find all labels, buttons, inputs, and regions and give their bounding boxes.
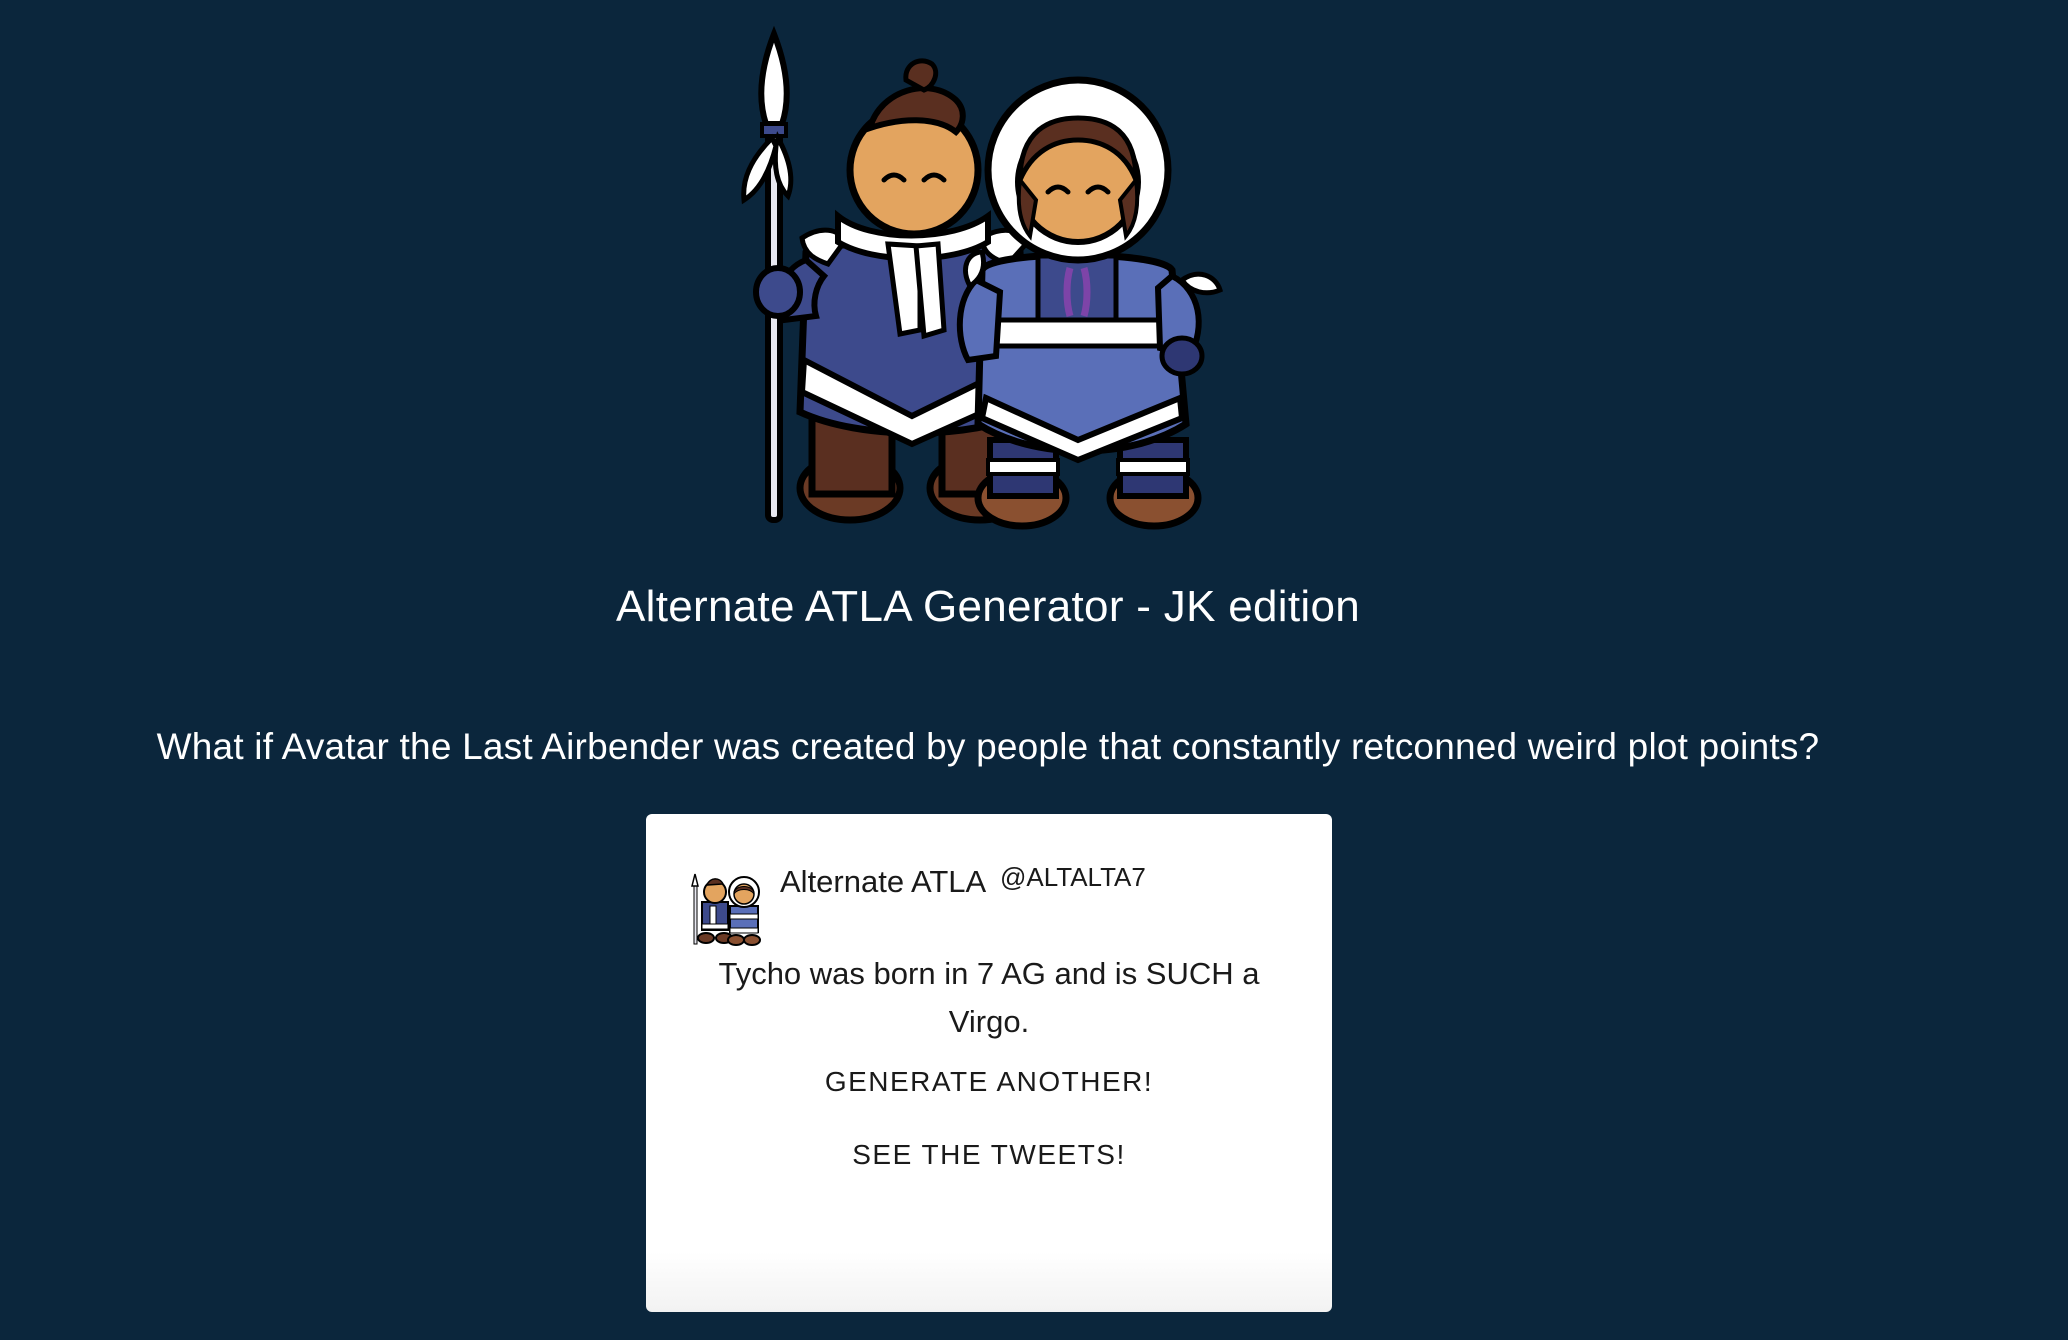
tweet-handle: @ALTALTA7: [1000, 862, 1146, 892]
tweet-header: Alternate ATLA @ALTALTA7: [688, 848, 1288, 946]
tweet-display-name: Alternate ATLA: [780, 864, 987, 899]
tweet-card: Alternate ATLA @ALTALTA7 Tycho was born …: [646, 814, 1332, 1312]
see-the-tweets-button[interactable]: SEE THE TWEETS!: [646, 1139, 1332, 1171]
tweet-text: Tycho was born in 7 AG and is SUCH a Vir…: [718, 956, 1260, 1039]
page-question: What if Avatar the Last Airbender was cr…: [156, 726, 1820, 767]
katara-figure-icon: [956, 76, 1224, 530]
generate-another-button[interactable]: GENERATE ANOTHER!: [646, 1066, 1332, 1098]
page: Alternate ATLA Generator - JK edition Wh…: [0, 0, 2068, 1340]
page-title: Alternate ATLA Generator - JK edition: [615, 582, 1361, 631]
sokka-katara-illustration-icon: [741, 25, 1224, 530]
sokka-katara-avatar-icon: [691, 873, 761, 946]
